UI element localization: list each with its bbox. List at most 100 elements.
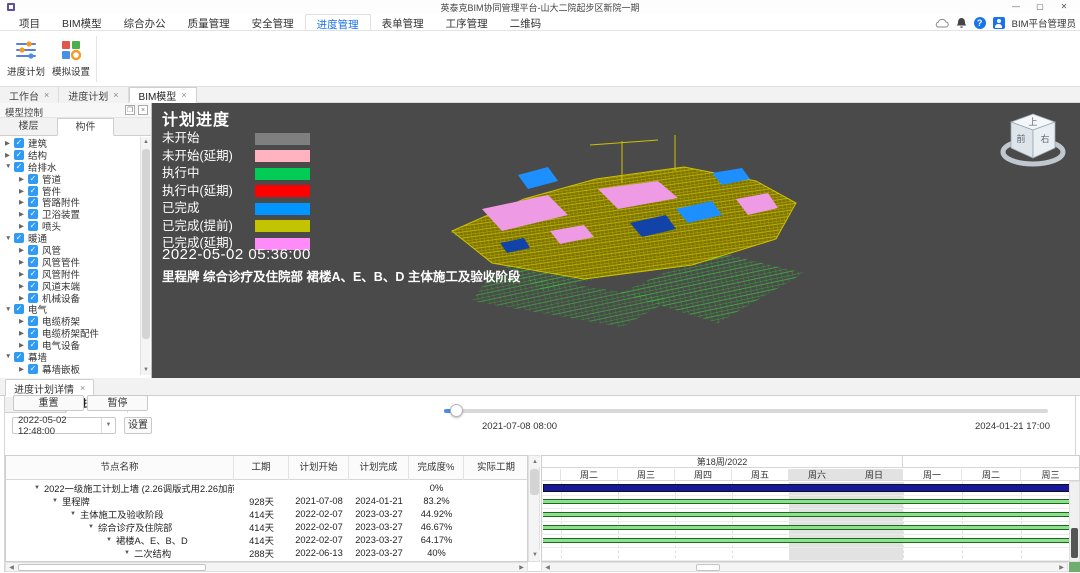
- chevron-right-icon[interactable]: ▶: [19, 210, 28, 218]
- scrollbar-thumb[interactable]: [18, 564, 206, 571]
- tree-item[interactable]: ▶✓建筑: [0, 137, 140, 149]
- model-panel-tab[interactable]: 构件: [57, 118, 114, 136]
- table-vscrollbar[interactable]: ▲ ▼: [528, 455, 540, 562]
- chevron-down-icon[interactable]: ▼: [106, 537, 112, 543]
- help-icon[interactable]: ?: [974, 17, 986, 29]
- scroll-up-icon[interactable]: ▲: [141, 137, 151, 147]
- table-row[interactable]: ▼里程牌928天2021-07-082024-01-2183.2%: [6, 494, 527, 507]
- scroll-left-icon[interactable]: ◀: [6, 563, 17, 573]
- detail-tab[interactable]: 进度计划详情 ×: [5, 379, 94, 396]
- gantt-task-bar[interactable]: [543, 499, 1078, 504]
- scroll-up-icon[interactable]: ▲: [530, 457, 540, 467]
- checkbox[interactable]: ✓: [28, 281, 38, 291]
- simulation-settings-button[interactable]: 模拟设置: [50, 35, 92, 83]
- time-slider-handle[interactable]: [450, 404, 463, 417]
- tree-item[interactable]: ▶✓结构: [0, 149, 140, 161]
- scrollbar-thumb[interactable]: [696, 564, 720, 571]
- scrollbar-thumb[interactable]: [530, 469, 539, 495]
- table-row[interactable]: ▼2022一级施工计划上墙 (2.26调版式用2.26加前期)0%: [6, 481, 527, 494]
- menubar-item[interactable]: 安全管理: [241, 14, 305, 30]
- checkbox[interactable]: ✓: [28, 340, 38, 350]
- close-panel-icon[interactable]: ×: [138, 105, 148, 115]
- chevron-right-icon[interactable]: ▶: [19, 175, 28, 183]
- scrollbar-thumb[interactable]: [1071, 528, 1078, 558]
- gantt-task-bar[interactable]: [543, 538, 1078, 543]
- model-panel-tab[interactable]: 楼层: [0, 118, 57, 136]
- chevron-down-icon[interactable]: ▼: [5, 235, 14, 242]
- checkbox[interactable]: ✓: [14, 233, 24, 243]
- checkbox[interactable]: ✓: [28, 328, 38, 338]
- checkbox[interactable]: ✓: [28, 245, 38, 255]
- menubar-item[interactable]: 质量管理: [177, 14, 241, 30]
- table-row[interactable]: ▼综合诊疗及住院部414天2022-02-072023-03-2746.67%: [6, 520, 527, 533]
- chevron-right-icon[interactable]: ▶: [19, 270, 28, 278]
- menubar-item[interactable]: 项目: [8, 14, 51, 30]
- close-icon[interactable]: ×: [80, 383, 85, 393]
- tree-item[interactable]: ▼✓暖通: [0, 232, 140, 244]
- tree-item[interactable]: ▼✓给排水: [0, 161, 140, 173]
- checkbox[interactable]: ✓: [28, 269, 38, 279]
- checkbox[interactable]: ✓: [28, 209, 38, 219]
- gantt-task-bar[interactable]: [543, 512, 1078, 517]
- chevron-down-icon[interactable]: ▼: [5, 163, 14, 170]
- gantt-vscrollbar[interactable]: [1069, 481, 1080, 562]
- workspace-tab[interactable]: 工作台×: [0, 87, 59, 103]
- chevron-right-icon[interactable]: ▶: [19, 187, 28, 195]
- chevron-down-icon[interactable]: ▼: [34, 485, 40, 491]
- menubar-item[interactable]: BIM模型: [51, 14, 113, 30]
- tree-item[interactable]: ▶✓机械设备: [0, 292, 140, 304]
- checkbox[interactable]: ✓: [14, 138, 24, 148]
- bell-icon[interactable]: [956, 17, 967, 29]
- gantt-task-bar[interactable]: [543, 525, 1078, 530]
- avatar[interactable]: [993, 17, 1005, 29]
- checkbox[interactable]: ✓: [28, 174, 38, 184]
- checkbox[interactable]: ✓: [28, 186, 38, 196]
- chevron-right-icon[interactable]: ▶: [19, 222, 28, 230]
- table-row[interactable]: ▼裙楼A、E、B、D414天2022-02-072023-03-2764.17%: [6, 533, 527, 546]
- chevron-right-icon[interactable]: ▶: [19, 294, 28, 302]
- close-icon[interactable]: ✕: [1052, 0, 1076, 13]
- gantt-hscrollbar[interactable]: ◀ ▶: [541, 562, 1068, 572]
- chevron-down-icon[interactable]: ▼: [88, 524, 94, 530]
- gantt-summary-bar[interactable]: [543, 484, 1078, 492]
- close-icon[interactable]: ×: [44, 90, 49, 100]
- cloud-icon[interactable]: [935, 18, 949, 28]
- user-name[interactable]: BIM平台管理员: [1012, 16, 1076, 30]
- close-icon[interactable]: ×: [181, 90, 186, 100]
- chevron-down-icon[interactable]: ▼: [70, 511, 76, 517]
- table-row[interactable]: ▼主体施工及验收阶段414天2022-02-072023-03-2744.92%: [6, 507, 527, 520]
- chevron-right-icon[interactable]: ▶: [19, 317, 28, 325]
- restore-panel-icon[interactable]: ❐: [125, 105, 135, 115]
- time-slider-track[interactable]: [444, 409, 1048, 413]
- menubar-item[interactable]: 工序管理: [435, 14, 499, 30]
- current-time-dropdown[interactable]: 2022-05-02 12:48:00 ▼: [12, 417, 116, 434]
- scroll-down-icon[interactable]: ▼: [530, 550, 540, 560]
- chevron-right-icon[interactable]: ▶: [19, 282, 28, 290]
- close-icon[interactable]: ×: [113, 90, 118, 100]
- chevron-right-icon[interactable]: ▶: [5, 151, 14, 159]
- menubar-item[interactable]: 二维码: [499, 14, 553, 30]
- menubar-item[interactable]: 表单管理: [371, 14, 435, 30]
- scroll-down-icon[interactable]: ▼: [141, 365, 151, 375]
- checkbox[interactable]: ✓: [14, 304, 24, 314]
- navigation-cube[interactable]: 上 前 右: [992, 108, 1074, 174]
- chevron-right-icon[interactable]: ▶: [19, 365, 28, 373]
- chevron-right-icon[interactable]: ▶: [19, 198, 28, 206]
- tree-item[interactable]: ▶✓喷头: [0, 220, 140, 232]
- pause-button[interactable]: 暂停: [87, 395, 148, 411]
- checkbox[interactable]: ✓: [14, 352, 24, 362]
- schedule-plan-button[interactable]: 进度计划: [5, 35, 47, 83]
- reset-button[interactable]: 重置: [13, 395, 84, 411]
- table-hscrollbar[interactable]: ◀ ▶: [5, 562, 528, 572]
- chevron-right-icon[interactable]: ▶: [19, 246, 28, 254]
- checkbox[interactable]: ✓: [28, 293, 38, 303]
- chevron-right-icon[interactable]: ▶: [19, 258, 28, 266]
- menubar-item[interactable]: 综合办公: [113, 14, 177, 30]
- chevron-right-icon[interactable]: ▶: [5, 139, 14, 147]
- maximize-icon[interactable]: ▢: [1028, 0, 1052, 13]
- settings-button[interactable]: 设置: [124, 417, 152, 434]
- tree-item[interactable]: ▶✓管道: [0, 173, 140, 185]
- scroll-left-icon[interactable]: ◀: [542, 563, 553, 573]
- scroll-right-icon[interactable]: ▶: [1056, 563, 1067, 573]
- tree-scrollbar[interactable]: ▲ ▼: [140, 137, 150, 375]
